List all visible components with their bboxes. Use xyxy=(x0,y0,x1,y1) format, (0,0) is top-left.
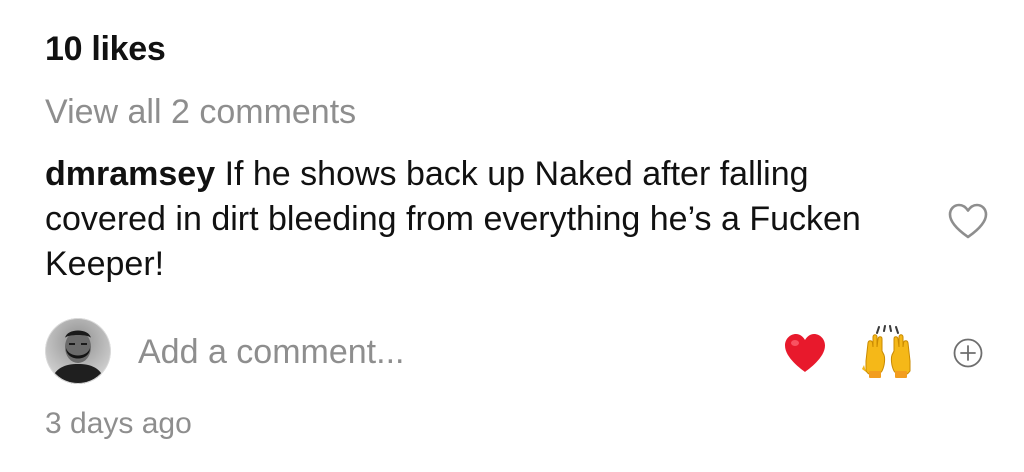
red-heart-icon xyxy=(785,334,825,372)
comment: dmramsey If he shows back up Naked after… xyxy=(45,152,925,287)
quick-reaction-heart-button[interactable] xyxy=(782,331,828,375)
view-all-comments-link[interactable]: View all 2 comments xyxy=(45,93,356,132)
add-comment-input[interactable] xyxy=(138,330,758,374)
quick-reaction-raised-hands-button[interactable] xyxy=(860,325,916,379)
comment-like-button[interactable] xyxy=(946,201,990,241)
raised-hands-icon xyxy=(862,325,911,378)
likes-count[interactable]: 10 likes xyxy=(45,30,166,69)
plus-circle-icon xyxy=(953,338,983,368)
user-avatar-icon xyxy=(45,318,111,384)
heart-outline-icon xyxy=(948,203,988,239)
post-timestamp: 3 days ago xyxy=(45,407,192,440)
comment-username[interactable]: dmramsey xyxy=(45,155,215,193)
more-reactions-button[interactable] xyxy=(952,337,984,369)
avatar[interactable] xyxy=(45,318,111,384)
